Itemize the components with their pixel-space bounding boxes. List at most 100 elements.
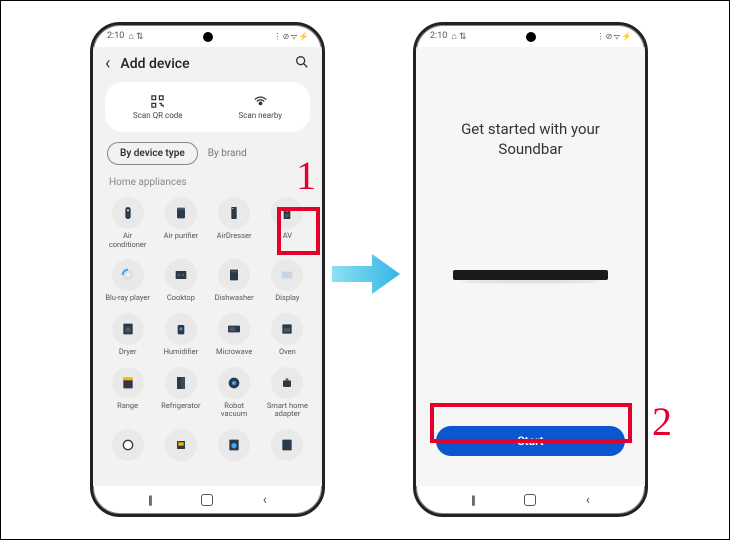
refrigerator-icon — [165, 367, 197, 399]
device-label: Dishwasher — [215, 294, 254, 303]
device-label: Dryer — [119, 348, 137, 357]
nav-back[interactable]: ‹ — [263, 492, 267, 508]
airdresser-icon — [218, 197, 250, 229]
soundbar-image — [453, 270, 608, 280]
page-title: Add device — [120, 56, 284, 72]
phone-left: 2:10 ⌂ ⇅ ⋮ ⊘ ᯤ ⚡ ‹ Add device Scan QR co… — [90, 22, 325, 517]
scan-qr-option[interactable]: Scan QR code — [133, 95, 183, 120]
status-icons-right: ⋮ ⊘ ᯤ ⚡ — [597, 31, 631, 42]
back-icon[interactable]: ‹ — [105, 53, 110, 74]
display-icon — [271, 259, 303, 291]
bluray-icon — [112, 259, 144, 291]
nav-bar: ||| ‹ — [93, 486, 322, 514]
filter-by-type[interactable]: By device type — [107, 142, 198, 165]
microwave-icon — [218, 313, 250, 345]
search-icon[interactable] — [294, 54, 310, 74]
scan-nearby-label: Scan nearby — [238, 111, 282, 120]
nav-recents[interactable]: ||| — [148, 493, 151, 507]
get-started-title: Get started with your Soundbar — [416, 119, 645, 160]
device-label: Range — [117, 402, 138, 411]
device-smart-home-adapter[interactable]: Smart home adapter — [261, 364, 314, 424]
spacer — [416, 280, 645, 427]
robot-vacuum-icon — [218, 367, 250, 399]
header: ‹ Add device — [93, 47, 322, 82]
nav-bar: ||| ‹ — [416, 486, 645, 514]
device-bluray[interactable]: Blu-ray player — [101, 256, 154, 308]
device-label: Oven — [279, 348, 296, 357]
filter-row: By device type By brand — [93, 142, 322, 173]
humidifier-icon — [165, 313, 197, 345]
device-label: Humidifier — [164, 348, 199, 357]
oven-icon — [271, 313, 303, 345]
smart-home-adapter-icon — [271, 367, 303, 399]
screen-get-started: Get started with your Soundbar Start — [416, 47, 645, 486]
dishwasher-icon — [218, 259, 250, 291]
device-cooktop[interactable]: Cooktop — [154, 256, 207, 308]
device-airdresser[interactable]: AirDresser — [208, 194, 261, 254]
device-item[interactable] — [208, 426, 261, 469]
status-time: 2:10 — [107, 31, 124, 41]
range-icon — [112, 367, 144, 399]
device-label: Refrigerator — [161, 402, 200, 411]
device-air-conditioner[interactable]: Air conditioner — [101, 194, 154, 254]
device-label: Air purifier — [164, 232, 199, 241]
device-label: Cooktop — [167, 294, 195, 303]
device-item[interactable] — [101, 426, 154, 469]
volume-button — [646, 140, 648, 190]
device-label: AirDresser — [217, 232, 252, 241]
nav-recents[interactable]: ||| — [471, 493, 474, 507]
filter-by-brand[interactable]: By brand — [208, 148, 247, 159]
status-time: 2:10 — [430, 31, 447, 41]
nav-home[interactable] — [524, 494, 536, 506]
scan-qr-label: Scan QR code — [133, 111, 183, 120]
scan-card: Scan QR code Scan nearby — [105, 82, 310, 132]
device-humidifier[interactable]: Humidifier — [154, 310, 207, 362]
device-dryer[interactable]: Dryer — [101, 310, 154, 362]
device-robot-vacuum[interactable]: Robot vacuum — [208, 364, 261, 424]
nav-home[interactable] — [201, 494, 213, 506]
air-purifier-icon — [165, 197, 197, 229]
qr-icon — [150, 95, 166, 109]
title-line-1: Get started with your — [461, 120, 600, 138]
start-button[interactable]: Start — [436, 426, 625, 456]
device-icon — [165, 429, 197, 461]
device-oven[interactable]: Oven — [261, 310, 314, 362]
device-label: AV — [283, 232, 292, 241]
device-label: Robot vacuum — [210, 402, 258, 419]
av-icon — [271, 197, 303, 229]
device-icon — [271, 429, 303, 461]
device-label: Display — [275, 294, 299, 303]
device-item[interactable] — [154, 426, 207, 469]
device-icon — [218, 429, 250, 461]
device-label: Microwave — [216, 348, 252, 357]
nav-back[interactable]: ‹ — [586, 492, 590, 508]
status-icons-left: ⌂ ⇅ — [128, 31, 143, 42]
device-range[interactable]: Range — [101, 364, 154, 424]
device-item[interactable] — [261, 426, 314, 469]
screen-add-device: ‹ Add device Scan QR code Scan nearby By… — [93, 47, 322, 486]
device-av[interactable]: AV — [261, 194, 314, 254]
section-home-appliances: Home appliances — [93, 173, 322, 194]
device-display[interactable]: Display — [261, 256, 314, 308]
volume-button — [323, 140, 325, 190]
device-icon — [112, 429, 144, 461]
cooktop-icon — [165, 259, 197, 291]
status-icons-right: ⋮ ⊘ ᯤ ⚡ — [274, 31, 308, 42]
device-microwave[interactable]: Microwave — [208, 310, 261, 362]
status-bar: 2:10 ⌂ ⇅ ⋮ ⊘ ᯤ ⚡ — [416, 25, 645, 47]
status-icons-left: ⌂ ⇅ — [451, 31, 466, 42]
device-label: Smart home adapter — [263, 402, 311, 419]
step-number-2: 2 — [652, 398, 672, 445]
air-conditioner-icon — [112, 197, 144, 229]
device-refrigerator[interactable]: Refrigerator — [154, 364, 207, 424]
device-label: Air conditioner — [104, 232, 152, 249]
device-air-purifier[interactable]: Air purifier — [154, 194, 207, 254]
device-grid: Air conditioner Air purifier AirDresser … — [93, 194, 322, 469]
device-dishwasher[interactable]: Dishwasher — [208, 256, 261, 308]
power-button — [323, 200, 325, 230]
status-bar: 2:10 ⌂ ⇅ ⋮ ⊘ ᯤ ⚡ — [93, 25, 322, 47]
dryer-icon — [112, 313, 144, 345]
device-label: Blu-ray player — [105, 294, 150, 303]
title-line-2: Soundbar — [498, 140, 562, 158]
scan-nearby-option[interactable]: Scan nearby — [238, 95, 282, 120]
